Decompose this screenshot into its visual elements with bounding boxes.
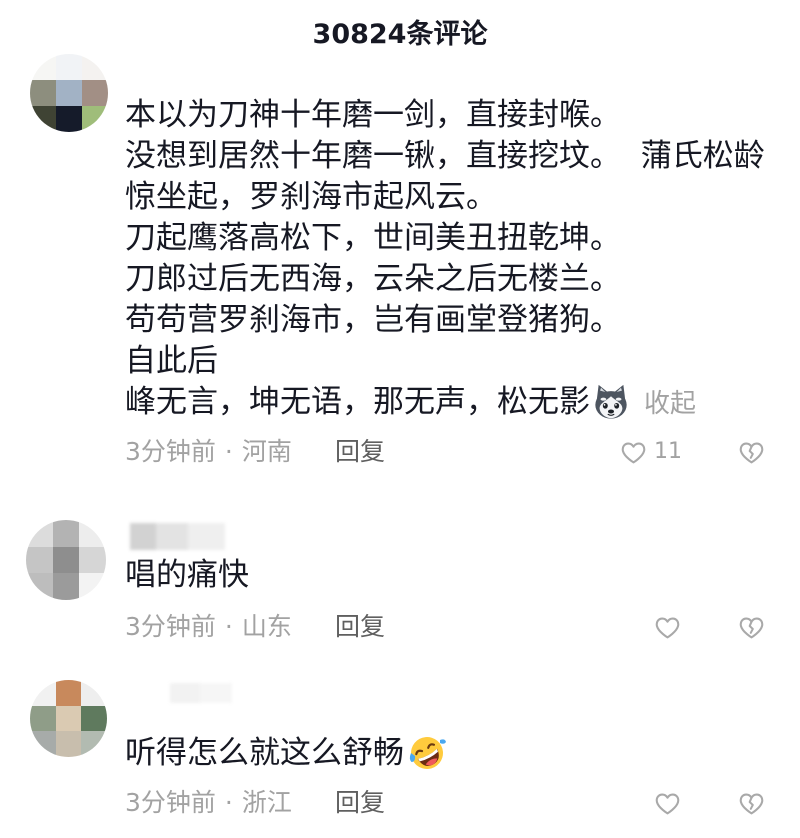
avatar-mosaic-block <box>30 80 56 106</box>
separator-dot: · <box>224 788 233 817</box>
avatar-mosaic-block <box>56 106 82 132</box>
like-button[interactable]: 11 <box>619 437 682 467</box>
like-button[interactable] <box>653 612 682 642</box>
avatar-mosaic-block <box>81 705 107 732</box>
like-button[interactable] <box>653 788 682 818</box>
avatar-mosaic-block <box>52 546 80 574</box>
avatar-mosaic-block <box>55 731 82 757</box>
reply-button[interactable]: 回复 <box>335 612 385 642</box>
reply-button[interactable]: 回复 <box>335 788 385 818</box>
avatar-mosaic-block <box>30 731 56 757</box>
comment-location: 河南 <box>241 437 292 466</box>
comment-line: 刀郎过后无西海，云朵之后无楼兰。 <box>125 261 621 297</box>
comment-time: 3分钟前 <box>125 788 216 817</box>
heart-icon <box>655 617 680 638</box>
comment-meta: 3分钟前 · 山东 回复 <box>0 612 800 642</box>
comment-line: 本以为刀神十年磨一剑，直接封喉。 <box>125 97 621 133</box>
avatar-mosaic-block <box>82 106 108 132</box>
avatar-mosaic-block <box>26 520 53 547</box>
username-mosaic-block <box>200 683 232 703</box>
separator-dot: · <box>224 612 233 641</box>
heart-icon <box>655 793 680 814</box>
comment-line: 自此后 <box>125 343 218 379</box>
comment-text: 唱的痛快 <box>125 555 785 596</box>
comment-line: 没想到居然十年磨一锹，直接挖坟。 蒲氏松龄 <box>125 138 765 174</box>
avatar-mosaic-block <box>26 573 53 600</box>
broken-heart-icon <box>739 793 764 814</box>
avatar-mosaic-block <box>82 54 108 80</box>
comment-line-text: 听得怎么就这么舒畅 <box>125 735 404 771</box>
comment-line: 峰无言，坤无语，那无声，松无影 收起 <box>125 382 785 423</box>
comment-item: 听得怎么就这么舒畅 3分钟前 · 浙江 回复 <box>0 675 800 825</box>
comment-time-location: 3分钟前 · 山东 <box>125 612 292 642</box>
husky-dog-emoji <box>595 384 627 419</box>
comment-count-title: 30824条评论 <box>312 19 488 50</box>
avatar-mosaic-block <box>52 573 80 600</box>
comment-text: 听得怎么就这么舒畅 <box>125 732 785 773</box>
avatar-mosaic-block <box>52 520 80 547</box>
dislike-button[interactable] <box>737 788 766 818</box>
username-blurred[interactable] <box>130 523 225 550</box>
avatar-mosaic-block <box>55 705 82 732</box>
comment-time: 3分钟前 <box>125 612 216 641</box>
comment-time: 3分钟前 <box>125 437 216 466</box>
comment-line: 惊坐起，罗刹海市起风云。 <box>125 179 497 215</box>
comment-time-location: 3分钟前 · 浙江 <box>125 788 292 818</box>
comment-line-text: 峰无言，坤无语，那无声，松无影 <box>125 384 590 420</box>
username-mosaic-block <box>156 523 188 550</box>
comment-line: 听得怎么就这么舒畅 <box>125 732 785 773</box>
username-mosaic-block <box>188 523 225 550</box>
avatar-mosaic-block <box>79 573 106 600</box>
avatar-mosaic-block <box>30 54 56 80</box>
comment-time-location: 3分钟前 · 河南 <box>125 437 292 467</box>
avatar[interactable] <box>26 520 106 600</box>
avatar-mosaic-block <box>55 680 82 706</box>
avatar[interactable] <box>30 54 108 132</box>
broken-heart-icon <box>739 617 764 638</box>
avatar[interactable] <box>30 680 107 757</box>
avatar-mosaic-block <box>81 731 107 757</box>
comment-meta: 3分钟前 · 河南 回复 11 <box>0 437 800 467</box>
like-count: 11 <box>654 439 682 464</box>
avatar-mosaic-block <box>26 546 53 574</box>
avatar-mosaic-block <box>30 106 56 132</box>
comment-line: 苟苟营罗刹海市，岂有画堂登猪狗。 <box>125 302 621 338</box>
comment-line: 唱的痛快 <box>125 557 249 593</box>
rolling-laughing-emoji <box>409 737 446 769</box>
avatar-mosaic-block <box>79 520 106 547</box>
avatar-mosaic-block <box>56 54 82 80</box>
username-blurred[interactable] <box>170 683 232 703</box>
avatar-mosaic-block <box>82 80 108 106</box>
comment-line: 刀起鹰落高松下，世间美丑扭乾坤。 <box>125 220 621 256</box>
avatar-mosaic-block <box>30 705 56 732</box>
avatar-mosaic-block <box>30 680 56 706</box>
reply-button[interactable]: 回复 <box>335 437 385 467</box>
username-mosaic-block <box>170 683 200 703</box>
comment-item: 唱的痛快 3分钟前 · 山东 回复 <box>0 515 800 645</box>
avatar-mosaic-block <box>79 546 106 574</box>
separator-dot: · <box>224 437 233 466</box>
comment-item: 本以为刀神十年磨一剑，直接封喉。 没想到居然十年磨一锹，直接挖坟。 蒲氏松龄 惊… <box>0 54 800 472</box>
comment-meta: 3分钟前 · 浙江 回复 <box>0 788 800 818</box>
comment-location: 山东 <box>241 612 292 641</box>
dislike-button[interactable] <box>737 612 766 642</box>
avatar-mosaic-block <box>81 680 107 706</box>
comment-location: 浙江 <box>241 788 292 817</box>
comment-text: 本以为刀神十年磨一剑，直接封喉。 没想到居然十年磨一锹，直接挖坟。 蒲氏松龄 惊… <box>125 95 785 423</box>
username-mosaic-block <box>130 523 156 550</box>
collapse-button[interactable]: 收起 <box>644 389 696 419</box>
broken-heart-icon <box>739 442 764 463</box>
heart-icon <box>621 442 646 463</box>
avatar-mosaic-block <box>56 80 82 106</box>
dislike-button[interactable] <box>737 437 766 467</box>
comments-header: 30824条评论 <box>0 15 800 55</box>
